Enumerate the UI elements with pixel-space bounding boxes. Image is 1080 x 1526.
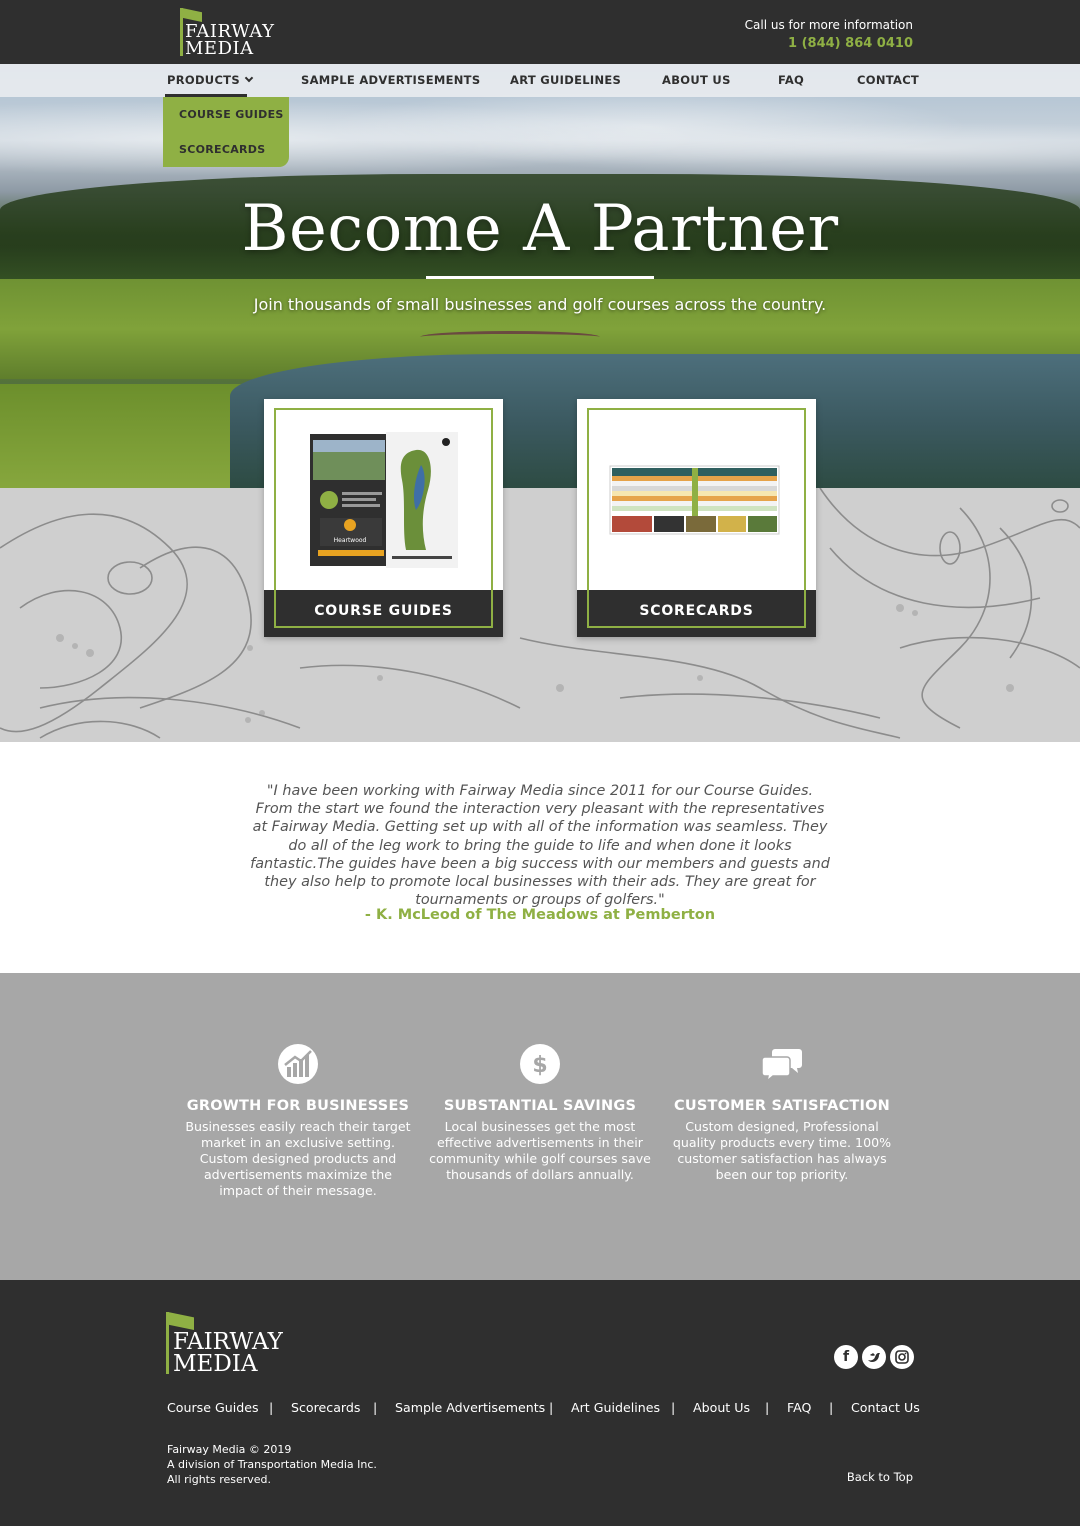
footer-logo[interactable]: FAIRWAY MEDIA [166, 1312, 296, 1380]
feature-text: Custom designed, Professional quality pr… [672, 1119, 892, 1182]
testimonial-quote: "I have been working with Fairway Media … [250, 783, 830, 909]
footer-links: Course Guides | Scorecards | Sample Adve… [167, 1400, 920, 1415]
dropdown-course-guides[interactable]: COURSE GUIDES [179, 108, 284, 121]
facebook-icon[interactable]: f [834, 1345, 858, 1369]
twitter-icon[interactable] [862, 1345, 886, 1369]
brochure-brand-text: Heartwood [334, 537, 367, 544]
footer-link-faq[interactable]: FAQ [787, 1400, 811, 1415]
contour-map-background [0, 488, 1080, 742]
scorecards-card-label: SCORECARDS [639, 603, 754, 619]
scorecard-image [609, 465, 780, 535]
feature-text: Businesses easily reach their target mar… [185, 1119, 411, 1198]
feature-satisfaction: CUSTOMER SATISFACTION Custom designed, P… [667, 1043, 897, 1183]
dollar-icon: $ [519, 1043, 561, 1085]
growth-chart-icon [277, 1043, 319, 1085]
site-logo[interactable]: FAIRWAY MEDIA [178, 8, 278, 59]
nav-faq[interactable]: FAQ [778, 73, 804, 87]
logo-text-line2: MEDIA [185, 38, 254, 59]
chat-bubbles-icon [761, 1043, 803, 1085]
nav-sample-advertisements[interactable]: SAMPLE ADVERTISEMENTS [301, 73, 480, 87]
footer-link-contact-us[interactable]: Contact Us [851, 1400, 920, 1415]
contact-info: Call us for more information 1 (844) 864… [745, 18, 913, 51]
hero-title: Become A Partner [241, 192, 839, 266]
hero-banner: Become A Partner Join thousands of small… [0, 64, 1080, 488]
feature-savings: $ SUBSTANTIAL SAVINGS Local businesses g… [425, 1043, 655, 1183]
call-us-text: Call us for more information [744, 18, 913, 32]
feature-title: SUBSTANTIAL SAVINGS [443, 1098, 637, 1114]
nav-contact[interactable]: CONTACT [857, 73, 919, 87]
site-footer: FAIRWAY MEDIA f Course Guides | Scorecar… [0, 1280, 1080, 1526]
footer-link-art-guidelines[interactable]: Art Guidelines [571, 1400, 660, 1415]
course-guides-card[interactable]: Heartwood COURSE GUIDES [264, 399, 503, 637]
feature-growth: GROWTH FOR BUSINESSES Businesses easily … [183, 1043, 413, 1199]
top-bar: FAIRWAY MEDIA Call us for more informati… [0, 0, 1080, 64]
nav-art-guidelines[interactable]: ART GUIDELINES [510, 73, 621, 87]
bridge-graphic [420, 331, 600, 343]
main-nav: PRODUCTS SAMPLE ADVERTISEMENTS ART GUIDE… [0, 64, 1080, 97]
instagram-icon[interactable] [890, 1345, 914, 1369]
testimonial-author: - K. McLeod of The Meadows at Pemberton [364, 907, 716, 923]
dropdown-scorecards[interactable]: SCORECARDS [179, 143, 265, 156]
nav-about-us[interactable]: ABOUT US [662, 73, 731, 87]
back-to-top-link[interactable]: Back to Top [847, 1470, 913, 1484]
course-guide-brochure-image: Heartwood [310, 432, 458, 568]
feature-title: CUSTOMER SATISFACTION [674, 1098, 890, 1114]
testimonial-section: "I have been working with Fairway Media … [0, 742, 1080, 973]
copyright: Fairway Media © 2019 A division of Trans… [167, 1443, 377, 1486]
phone-number-link[interactable]: 1 (844) 864 0410 [745, 36, 913, 51]
products-dropdown: COURSE GUIDES SCORECARDS [163, 97, 289, 167]
feature-text: Local businesses get the most effective … [429, 1119, 651, 1182]
footer-link-sample-advertisements[interactable]: Sample Advertisements [395, 1400, 545, 1415]
features-section: GROWTH FOR BUSINESSES Businesses easily … [0, 973, 1080, 1280]
hero-subtitle: Join thousands of small businesses and g… [253, 295, 827, 314]
scorecards-card[interactable]: SCORECARDS [577, 399, 816, 637]
chevron-down-icon [244, 73, 254, 83]
footer-link-course-guides[interactable]: Course Guides [167, 1400, 259, 1415]
nav-products[interactable]: PRODUCTS [167, 73, 254, 87]
svg-text:$: $ [532, 1053, 547, 1078]
hero-divider [426, 276, 654, 279]
footer-link-scorecards[interactable]: Scorecards [291, 1400, 360, 1415]
course-guides-card-label: COURSE GUIDES [314, 603, 453, 619]
feature-title: GROWTH FOR BUSINESSES [186, 1098, 410, 1114]
footer-link-about-us[interactable]: About Us [693, 1400, 750, 1415]
